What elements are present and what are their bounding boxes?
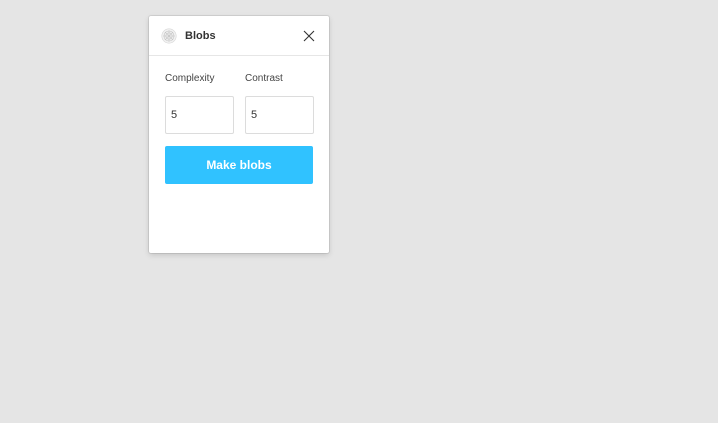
close-button[interactable]	[299, 26, 319, 46]
complexity-label: Complexity	[165, 73, 215, 84]
plugin-title: Blobs	[185, 30, 216, 42]
make-blobs-button[interactable]: Make blobs	[165, 146, 313, 184]
complexity-input[interactable]	[165, 96, 234, 134]
contrast-label: Contrast	[245, 73, 283, 84]
plugin-titlebar: Blobs	[149, 16, 329, 56]
contrast-input[interactable]	[245, 96, 314, 134]
close-icon[interactable]	[299, 26, 319, 46]
plugin-window: Blobs Complexity Contrast Make blobs	[149, 16, 329, 253]
blob-icon	[161, 28, 177, 44]
